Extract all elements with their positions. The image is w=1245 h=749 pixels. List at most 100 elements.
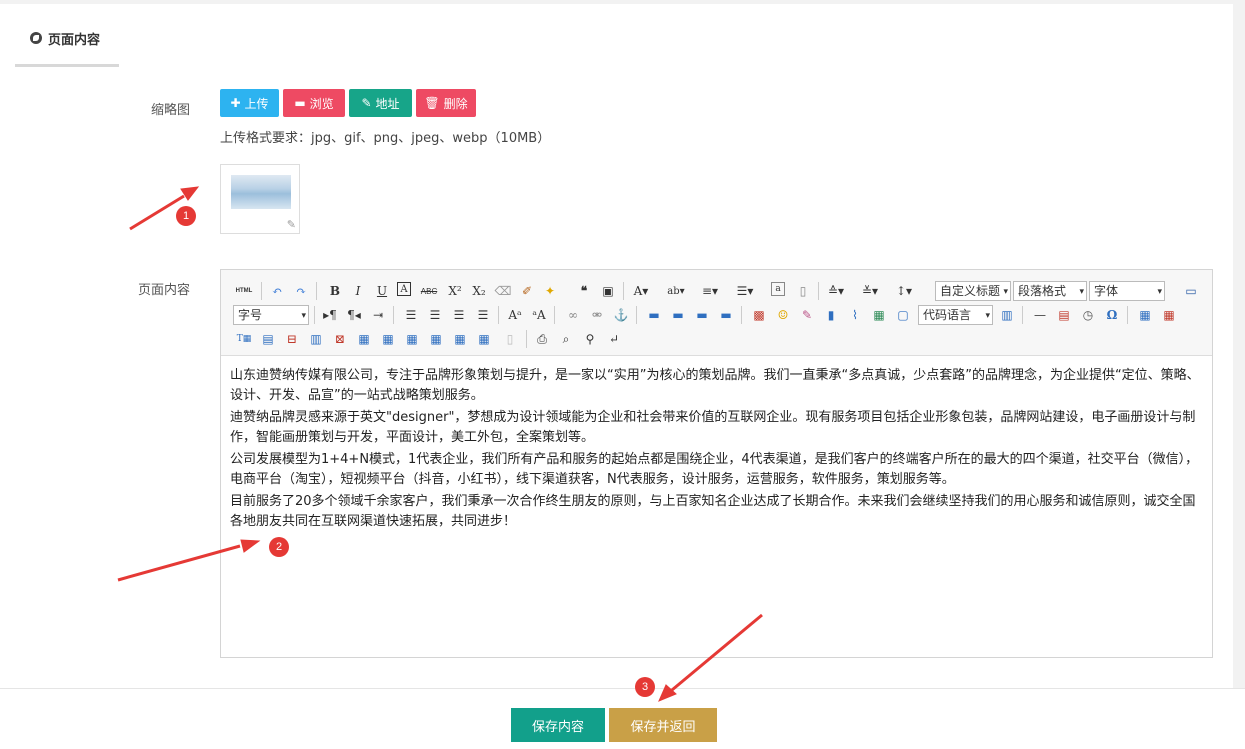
link-icon[interactable]: ∞ [564,306,582,324]
merge-down-icon[interactable]: ▦ [403,330,421,348]
date-icon[interactable]: ▤ [1055,306,1073,324]
row-spacing-top-icon[interactable]: ≙▾ [827,282,845,300]
unlink-icon[interactable]: ⚮ [588,306,606,324]
attachment-icon[interactable]: ⌇ [846,306,864,324]
custom-title-select[interactable]: 自定义标题 ▾ [935,281,1011,301]
blockquote-icon[interactable]: ❝ [575,282,593,300]
iframe-icon[interactable]: ▢ [894,306,912,324]
annotation-marker-2: 2 [269,537,289,557]
toolbar-separator [316,282,317,300]
template-icon[interactable]: ▥ [998,306,1016,324]
lowercase-icon[interactable]: ᵃA [530,306,548,324]
uppercase-icon[interactable]: Aᵃ [506,306,524,324]
subscript-icon[interactable]: X₂ [470,282,488,300]
align-right-icon[interactable]: ☰ [450,306,468,324]
underline-icon[interactable]: U [373,282,391,300]
indent-icon[interactable]: ⇥ [369,306,387,324]
browse-button[interactable]: ▬ 浏览 [283,89,345,117]
special-chars-icon[interactable]: Ω [1103,306,1121,324]
eraser-icon[interactable]: ⌫ [494,282,512,300]
upload-button[interactable]: ✚ 上传 [220,89,279,117]
format-brush-icon[interactable]: ✐ [518,282,536,300]
font-border-icon[interactable]: A [397,282,411,296]
code-language-select[interactable]: 代码语言 ▾ [918,305,993,325]
video-icon[interactable]: ▮ [822,306,840,324]
print-icon[interactable]: ⎙ [533,330,551,348]
toolbar-separator [1022,306,1023,324]
toolbar-separator [554,306,555,324]
emoji-icon[interactable]: ☺ [774,306,792,324]
tab-page-content[interactable]: 页面内容 [15,20,119,67]
font-color-icon[interactable]: A▾ [632,282,650,300]
map-icon[interactable]: ▦ [870,306,888,324]
chart-icon[interactable]: ▯ [501,330,519,348]
compass-icon [30,32,42,44]
redo-icon[interactable]: ↷ [292,282,310,300]
text-box-icon[interactable]: a [771,282,785,296]
merge-right-icon[interactable]: ▦ [379,330,397,348]
anchor-icon[interactable]: ⚓ [612,306,630,324]
editor-content[interactable]: 山东迪赞纳传媒有限公司，专注于品牌形象策划与提升，是一家以“实用”为核心的策划品… [230,366,1205,534]
delete-col-icon[interactable]: ⊠ [331,330,349,348]
save-button[interactable]: 保存内容 [511,708,605,742]
split-rows-icon[interactable]: ▦ [451,330,469,348]
insert-table-icon[interactable]: ▦ [1136,306,1154,324]
horizontal-rule-icon[interactable]: — [1031,306,1049,324]
line-height-icon[interactable]: ↕▾ [895,282,913,300]
align-center-icon[interactable]: ☰ [426,306,444,324]
strikethrough-icon[interactable]: ABC [420,282,438,300]
preview-icon[interactable]: ⌕ [557,330,575,348]
undo-icon[interactable]: ↶ [268,282,286,300]
image-left-icon[interactable]: ▬ [669,306,687,324]
edit-icon[interactable]: ✎ [287,218,296,231]
insert-image-icon[interactable]: ▩ [750,306,768,324]
magic-wand-icon[interactable]: ✦ [541,282,559,300]
toolbar-separator [314,306,315,324]
paste-text-icon[interactable]: ▣ [599,282,617,300]
delete-button[interactable]: 🗑 删除 [416,89,476,117]
ltr-icon[interactable]: ▸¶ [321,306,339,324]
scrawl-icon[interactable]: ✎ [798,306,816,324]
italic-icon[interactable]: I [349,282,367,300]
align-justify-icon[interactable]: ☰ [474,306,492,324]
row-spacing-bottom-icon[interactable]: ≚▾ [861,282,879,300]
html-source-icon[interactable]: HTML [233,282,255,300]
unordered-list-icon[interactable]: ☰▾ [736,282,754,300]
search-replace-icon[interactable]: ⚲ [581,330,599,348]
image-right-icon[interactable]: ▬ [693,306,711,324]
font-size-select[interactable]: 字号 ▾ [233,305,309,325]
font-family-select[interactable]: 字体 ▾ [1089,281,1165,301]
superscript-icon[interactable]: X² [446,282,464,300]
annotation-marker-1: 1 [176,206,196,226]
content-paragraph: 山东迪赞纳传媒有限公司，专注于品牌形象策划与提升，是一家以“实用”为核心的策划品… [230,368,1200,403]
insert-row-icon[interactable]: ▤ [259,330,277,348]
insert-col-icon[interactable]: ▥ [307,330,325,348]
content-paragraph: 公司发展模型为1+4+N模式，1代表企业，我们所有产品和服务的起始点都是围绕企业… [230,452,1199,487]
delete-row-icon[interactable]: ⊟ [283,330,301,348]
paragraph-format-select[interactable]: 段落格式 ▾ [1013,281,1087,301]
toolbar-separator [636,306,637,324]
line-break-icon[interactable]: ↵ [605,330,623,348]
rtl-icon[interactable]: ¶◂ [345,306,363,324]
rich-text-editor[interactable]: HTML ↶ ↷ B I U A ABC X² X₂ ⌫ ✐ ✦ ❝ ▣ A▾ … [220,269,1213,658]
merge-cells-icon[interactable]: ▦ [355,330,373,348]
delete-table-icon[interactable]: ▦ [1160,306,1178,324]
image-none-icon[interactable]: ▬ [645,306,663,324]
split-cells-icon[interactable]: ▦ [427,330,445,348]
thumbnail-preview[interactable]: ✎ [220,164,300,234]
page-icon[interactable]: ▯ [794,282,812,300]
address-button[interactable]: ✎ 地址 [349,89,412,117]
highlight-icon[interactable]: ab▾ [667,282,685,300]
toolbar-separator [818,282,819,300]
bold-icon[interactable]: B [326,282,344,300]
save-and-return-button[interactable]: 保存并返回 [609,708,717,742]
split-cols-icon[interactable]: ▦ [475,330,493,348]
ordered-list-icon[interactable]: ≡▾ [701,282,719,300]
thumbnail-label: 缩略图 [150,103,190,118]
fullscreen-icon[interactable]: ▭ [1182,282,1200,300]
time-icon[interactable]: ◷ [1079,306,1097,324]
image-center-icon[interactable]: ▬ [717,306,735,324]
insert-paragraph-before-table-icon[interactable]: T▦ [235,330,253,348]
align-left-icon[interactable]: ☰ [402,306,420,324]
content-label: 页面内容 [137,283,190,298]
